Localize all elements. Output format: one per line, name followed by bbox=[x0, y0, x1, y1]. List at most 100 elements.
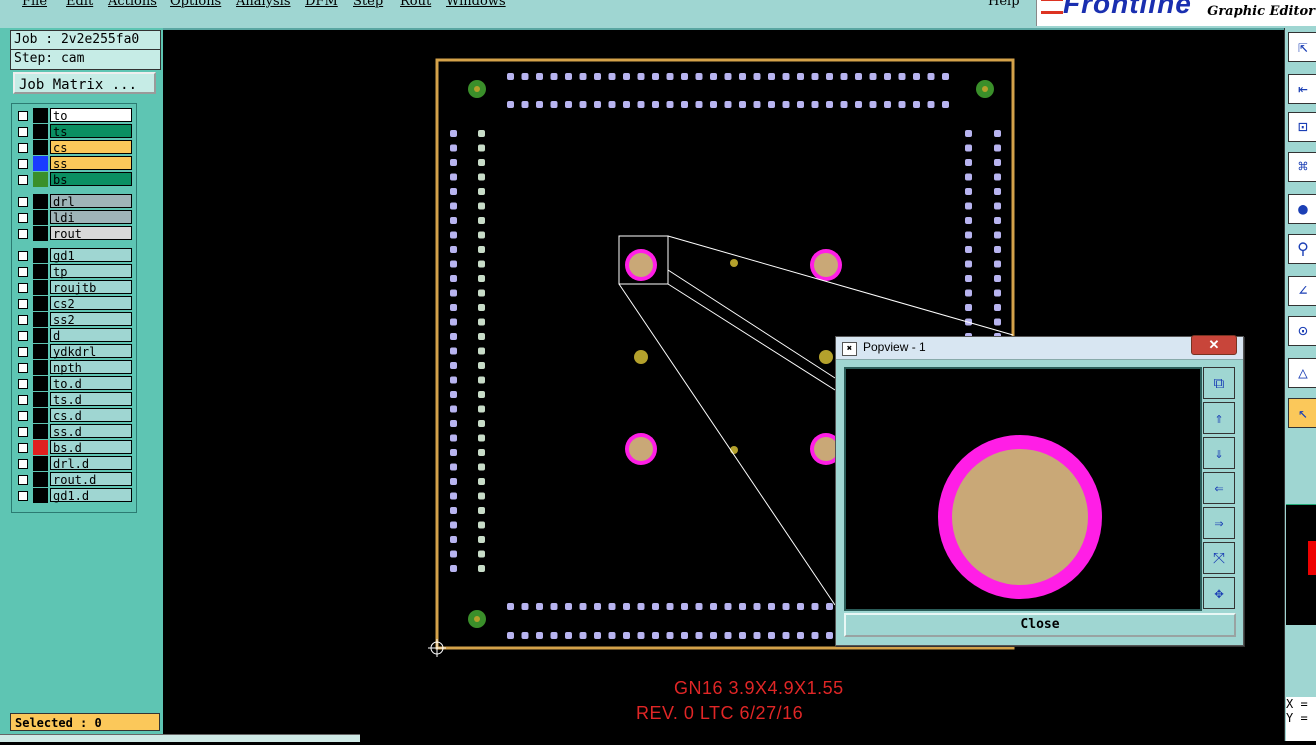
pv-pan-up-icon[interactable]: ⇑ bbox=[1203, 402, 1235, 434]
layer-checkbox[interactable] bbox=[18, 299, 28, 309]
layer-row[interactable]: rout bbox=[14, 226, 133, 241]
pv-pan-down-icon[interactable]: ⇓ bbox=[1203, 437, 1235, 469]
angle-measure-icon[interactable]: ∠ bbox=[1288, 276, 1316, 306]
layer-name[interactable]: drl.d bbox=[50, 456, 132, 471]
menu-dfm[interactable]: DFM bbox=[305, 0, 338, 9]
layer-checkbox[interactable] bbox=[18, 331, 28, 341]
layer-checkbox[interactable] bbox=[18, 427, 28, 437]
layer-name[interactable]: roujtb bbox=[50, 280, 132, 295]
point-measure-icon[interactable]: ⊙ bbox=[1288, 316, 1316, 346]
layer-name[interactable]: drl bbox=[50, 194, 132, 209]
popview-canvas[interactable] bbox=[844, 367, 1202, 611]
menu-analysis[interactable]: Analysis bbox=[236, 0, 291, 9]
layer-name[interactable]: rout.d bbox=[50, 472, 132, 487]
layer-row[interactable]: ss.d bbox=[14, 424, 133, 439]
layer-checkbox[interactable] bbox=[18, 197, 28, 207]
layer-checkbox[interactable] bbox=[18, 395, 28, 405]
pv-zoom-out-icon[interactable]: ✥ bbox=[1203, 577, 1235, 609]
layer-checkbox[interactable] bbox=[18, 111, 28, 121]
layer-checkbox[interactable] bbox=[18, 127, 28, 137]
layer-name[interactable]: gd1.d bbox=[50, 488, 132, 503]
layer-row[interactable]: ts.d bbox=[14, 392, 133, 407]
measure-icon[interactable]: ⌘ bbox=[1288, 152, 1316, 182]
layer-row[interactable]: bs.d bbox=[14, 440, 133, 455]
triangle-measure-icon[interactable]: △ bbox=[1288, 358, 1316, 388]
layer-name[interactable]: d bbox=[50, 328, 132, 343]
layer-checkbox[interactable] bbox=[18, 411, 28, 421]
layer-row[interactable]: drl.d bbox=[14, 456, 133, 471]
layer-checkbox[interactable] bbox=[18, 315, 28, 325]
layer-checkbox[interactable] bbox=[18, 283, 28, 293]
layer-row[interactable]: ldi bbox=[14, 210, 133, 225]
zoom-home-icon[interactable]: ⇱ bbox=[1288, 32, 1316, 62]
pv-zoom-in-icon[interactable]: ⤧ bbox=[1203, 542, 1235, 574]
layer-name[interactable]: rout bbox=[50, 226, 132, 241]
layer-checkbox[interactable] bbox=[18, 443, 28, 453]
layer-row[interactable]: ss bbox=[14, 156, 133, 171]
layer-checkbox[interactable] bbox=[18, 267, 28, 277]
layer-name[interactable]: to.d bbox=[50, 376, 132, 391]
popview-close-x-button[interactable]: ✕ bbox=[1191, 335, 1237, 355]
layer-row[interactable]: drl bbox=[14, 194, 133, 209]
pv-zoom-window-icon[interactable]: ⧉ bbox=[1203, 367, 1235, 399]
layer-name[interactable]: ss.d bbox=[50, 424, 132, 439]
layer-row[interactable]: bs bbox=[14, 172, 133, 187]
layer-row[interactable]: rout.d bbox=[14, 472, 133, 487]
layer-name[interactable]: tp bbox=[50, 264, 132, 279]
layer-checkbox[interactable] bbox=[18, 251, 28, 261]
layer-row[interactable]: ydkdrl bbox=[14, 344, 133, 359]
layer-checkbox[interactable] bbox=[18, 379, 28, 389]
layer-row[interactable]: roujtb bbox=[14, 280, 133, 295]
layer-row[interactable]: ss2 bbox=[14, 312, 133, 327]
layer-row[interactable]: npth bbox=[14, 360, 133, 375]
layer-row[interactable]: tp bbox=[14, 264, 133, 279]
layer-row[interactable]: gd1 bbox=[14, 248, 133, 263]
connect-icon[interactable]: ⚲ bbox=[1288, 234, 1316, 264]
layer-name[interactable]: to bbox=[50, 108, 132, 123]
popview-close-button[interactable]: Close bbox=[844, 613, 1236, 637]
layer-checkbox[interactable] bbox=[18, 229, 28, 239]
menu-file[interactable]: File bbox=[22, 0, 47, 9]
layer-checkbox[interactable] bbox=[18, 213, 28, 223]
popview-titlebar[interactable]: ✖ Popview - 1 ✕ bbox=[836, 335, 1243, 360]
layer-name[interactable]: ydkdrl bbox=[50, 344, 132, 359]
layer-name[interactable]: npth bbox=[50, 360, 132, 375]
menu-step[interactable]: Step bbox=[353, 0, 383, 9]
menu-edit[interactable]: Edit bbox=[66, 0, 93, 9]
layer-name[interactable]: cs.d bbox=[50, 408, 132, 423]
menu-actions[interactable]: Actions bbox=[108, 0, 157, 9]
menu-help[interactable]: Help bbox=[988, 0, 1020, 9]
layer-name[interactable]: cs2 bbox=[50, 296, 132, 311]
layer-name[interactable]: ss2 bbox=[50, 312, 132, 327]
layer-checkbox[interactable] bbox=[18, 459, 28, 469]
menu-rout[interactable]: Rout bbox=[400, 0, 431, 9]
layer-name[interactable]: ts bbox=[50, 124, 132, 139]
layer-checkbox[interactable] bbox=[18, 491, 28, 501]
layer-name[interactable]: ldi bbox=[50, 210, 132, 225]
layer-name[interactable]: ts.d bbox=[50, 392, 132, 407]
layer-row[interactable]: cs2 bbox=[14, 296, 133, 311]
layer-name[interactable]: bs bbox=[50, 172, 132, 187]
menu-windows[interactable]: Windows bbox=[446, 0, 506, 9]
menu-options[interactable]: Options bbox=[170, 0, 221, 9]
zoom-fit-icon[interactable]: ⊡ bbox=[1288, 112, 1316, 142]
layer-name[interactable]: gd1 bbox=[50, 248, 132, 263]
layer-checkbox[interactable] bbox=[18, 175, 28, 185]
layer-name[interactable]: ss bbox=[50, 156, 132, 171]
layer-row[interactable]: to.d bbox=[14, 376, 133, 391]
snap-icon[interactable]: ● bbox=[1288, 194, 1316, 224]
layer-row[interactable]: cs bbox=[14, 140, 133, 155]
layer-checkbox[interactable] bbox=[18, 475, 28, 485]
layer-row[interactable]: ts bbox=[14, 124, 133, 139]
layer-checkbox[interactable] bbox=[18, 159, 28, 169]
layer-name[interactable]: bs.d bbox=[50, 440, 132, 455]
pv-pan-left-icon[interactable]: ⇐ bbox=[1203, 472, 1235, 504]
pan-left-icon[interactable]: ⇤ bbox=[1288, 74, 1316, 104]
layer-row[interactable]: to bbox=[14, 108, 133, 123]
layer-row[interactable]: cs.d bbox=[14, 408, 133, 423]
layer-checkbox[interactable] bbox=[18, 347, 28, 357]
select-pointer-icon[interactable]: ↖ bbox=[1288, 398, 1316, 428]
layer-row[interactable]: gd1.d bbox=[14, 488, 133, 503]
layer-checkbox[interactable] bbox=[18, 363, 28, 373]
layer-checkbox[interactable] bbox=[18, 143, 28, 153]
